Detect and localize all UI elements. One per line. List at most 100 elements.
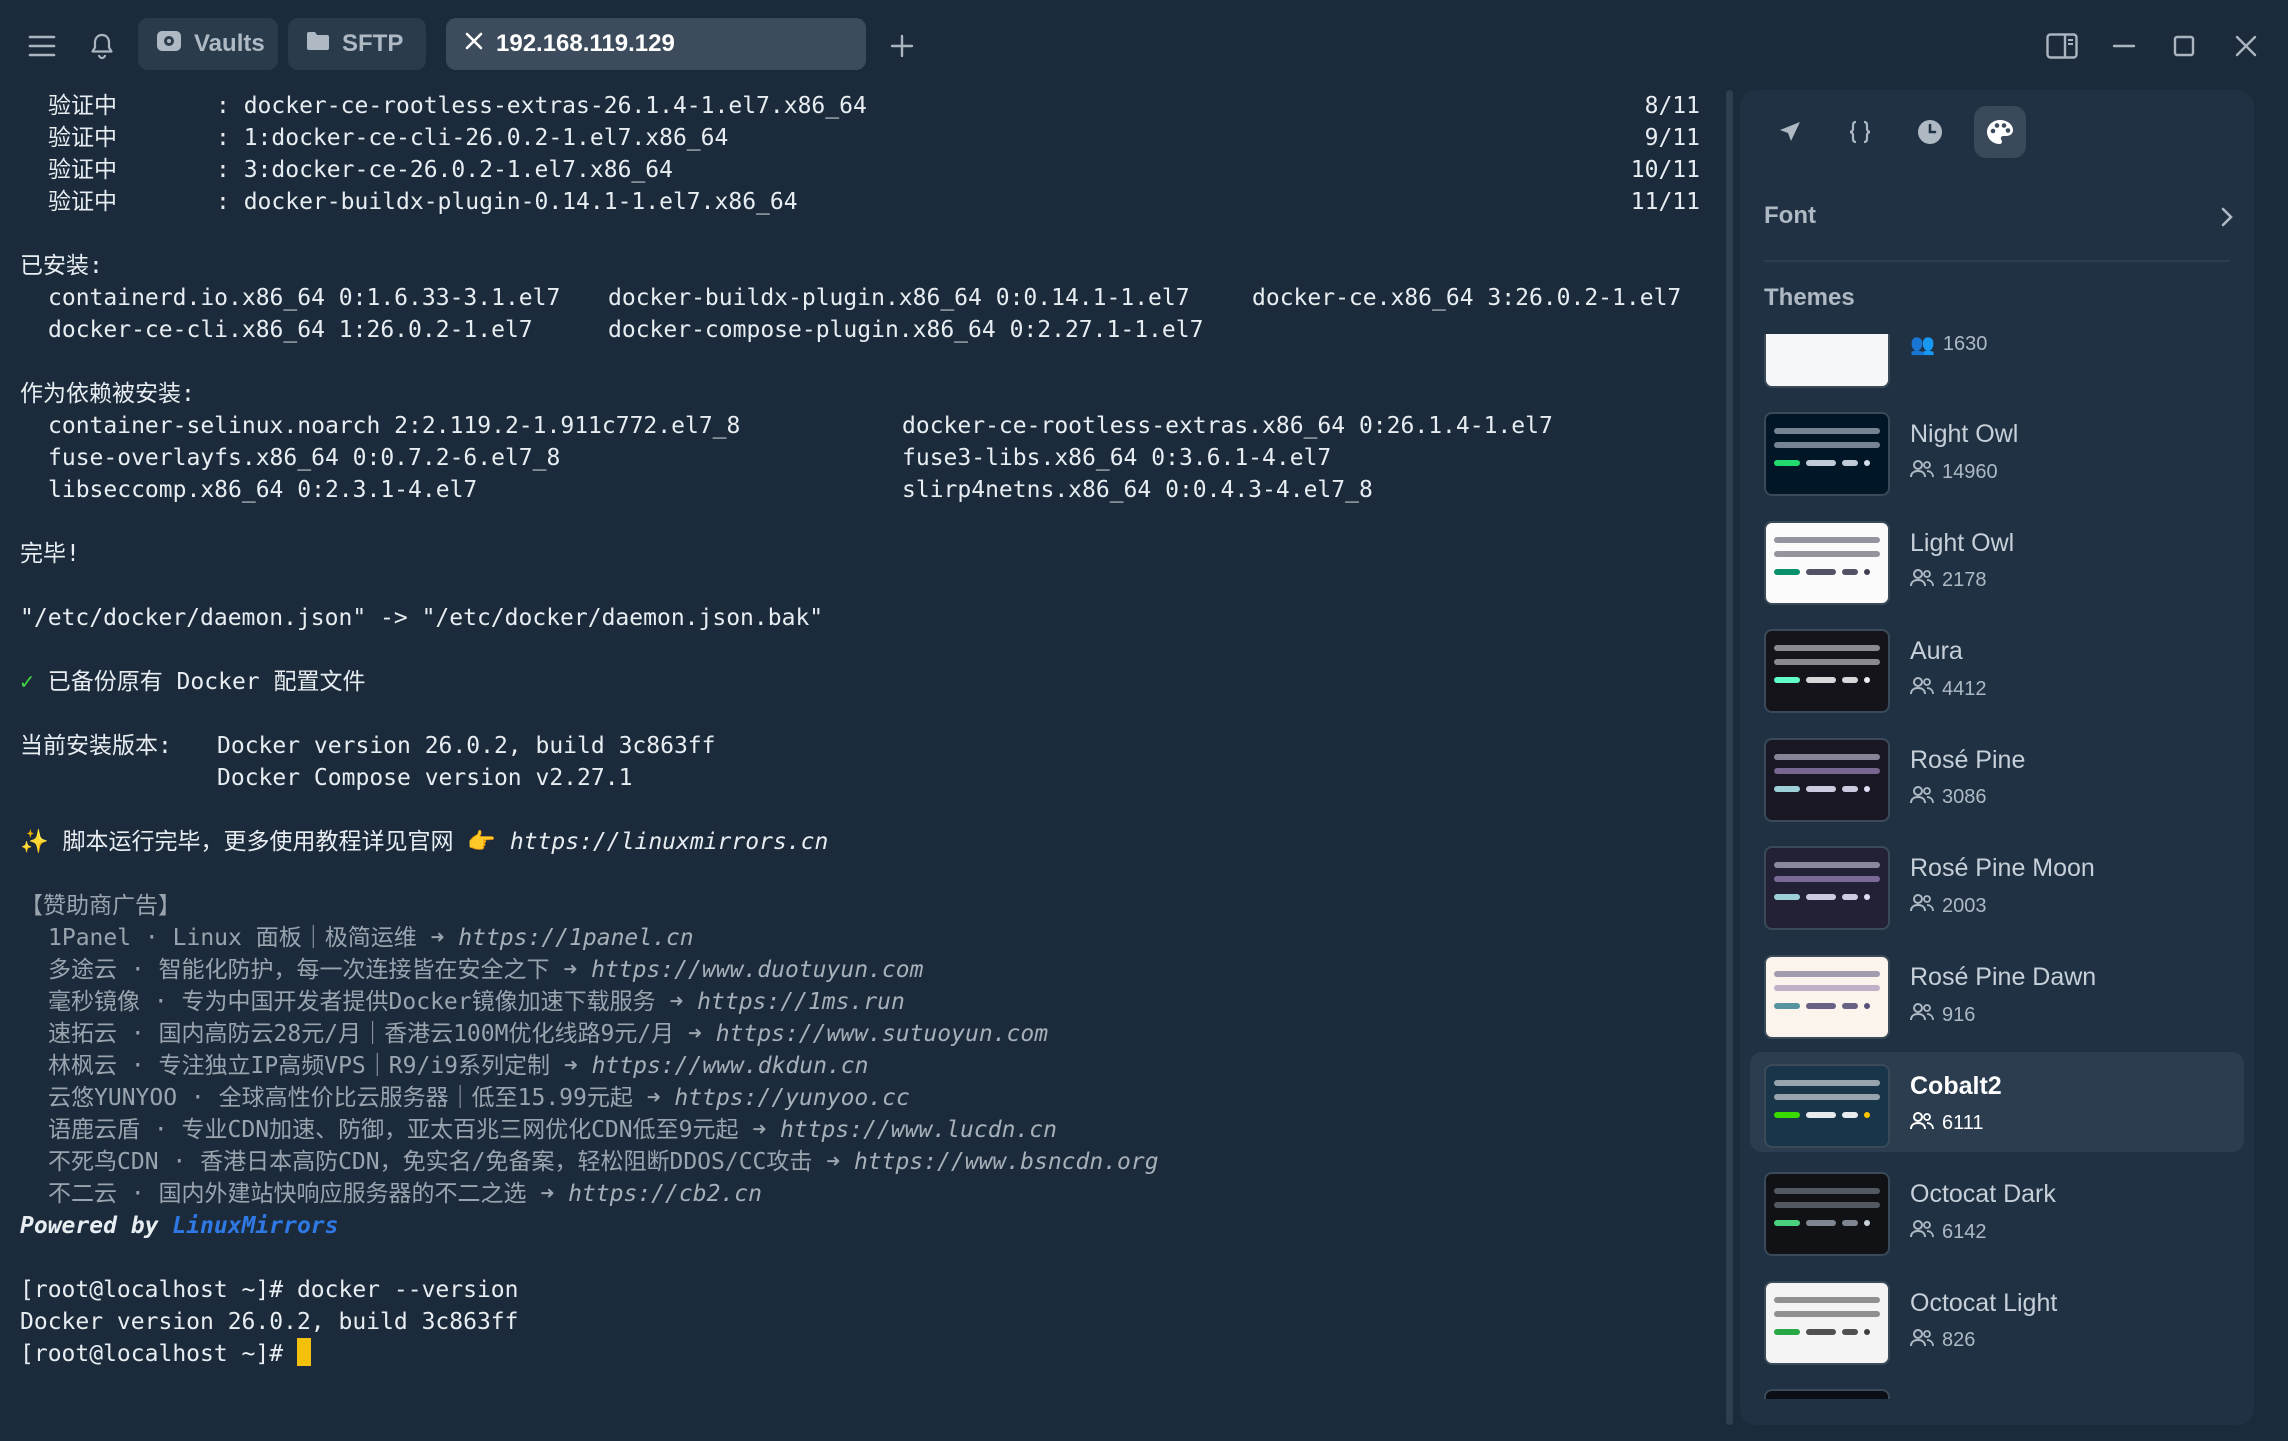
sponsor-link[interactable]: https://cb2.cn [568, 1181, 762, 1207]
theme-item[interactable]: Octocat Light 826 [1750, 1269, 2244, 1369]
theme-install-count: 14960 [1910, 460, 1998, 484]
users-icon [1910, 460, 1934, 484]
verify-line: 验证中 [48, 125, 117, 151]
installed-package: docker-compose-plugin.x86_64 0:2.27.1-1.… [608, 317, 1204, 343]
braces-icon[interactable] [1834, 106, 1886, 158]
snippet-rocket-icon[interactable] [1764, 106, 1816, 158]
sponsor-link[interactable]: https://www.lucdn.cn [780, 1117, 1057, 1143]
sponsor-link[interactable]: https://www.bsncdn.org [854, 1149, 1159, 1175]
users-icon [1910, 568, 1934, 593]
sponsor-line: 云悠YUNYOO · 全球高性价比云服务器｜低至15.99元起 ➜ https:… [48, 1085, 910, 1111]
users-icon [1910, 677, 1934, 701]
tab-label: SFTP [342, 30, 404, 57]
sponsor-link[interactable]: https://www.sutuoyun.com [716, 1021, 1048, 1047]
theme-item[interactable]: Octocat Dark 6142 [1750, 1160, 2244, 1260]
theme-preview [1764, 955, 1890, 1039]
chevron-right-icon[interactable] [2220, 206, 2234, 233]
appearance-panel: Font Themes 👥 1630 Night Owl 14960 Light Ow… [1740, 90, 2254, 1425]
theme-preview [1764, 1172, 1890, 1257]
theme-item[interactable]: Rosé Pine 3086 [1750, 726, 2244, 826]
sponsor-line: 林枫云 · 专注独立IP高频VPS｜R9/i9系列定制 ➜ https://ww… [48, 1053, 869, 1079]
users-icon: 👥 [1910, 334, 1935, 356]
sponsor-link[interactable]: https://1panel.cn [458, 925, 693, 951]
sponsor-link[interactable]: https://1ms.run [697, 989, 905, 1015]
theme-item[interactable]: Light Owl 2178 [1750, 509, 2244, 609]
sponsor-line: 不死鸟CDN · 香港日本高防CDN，免实名/免备案，轻松阻断DDOS/CC攻击… [48, 1149, 1159, 1175]
window-close-icon[interactable] [2224, 24, 2268, 68]
dependency-package: container-selinux.noarch 2:2.119.2-1.911… [48, 413, 741, 439]
official-site-link[interactable]: https://linuxmirrors.cn [510, 829, 829, 855]
version-line: 当前安装版本: [20, 733, 172, 759]
tab-label: Vaults [194, 30, 265, 57]
hamburger-menu-icon[interactable] [20, 24, 64, 68]
toggle-sidebar-icon[interactable] [2040, 24, 2084, 68]
linuxmirrors-link[interactable]: LinuxMirrors [172, 1213, 338, 1239]
theme-preview [1764, 1389, 1890, 1399]
daemon-backup-line: "/etc/docker/daemon.json" -> "/etc/docke… [20, 605, 824, 631]
theme-item-partial[interactable]: 👥 1630 [1750, 334, 2244, 392]
minimize-icon[interactable] [2102, 24, 2146, 68]
theme-item[interactable]: Aura 4412 [1750, 617, 2244, 717]
palette-icon[interactable] [1974, 106, 2026, 158]
history-clock-icon[interactable] [1904, 106, 1956, 158]
sponsor-link[interactable]: https://www.duotuyun.com [591, 957, 923, 983]
theme-name: Octocat Dark [1910, 1180, 2056, 1209]
prompt-line[interactable]: [root@localhost ~]# [20, 1338, 311, 1370]
users-icon [1910, 785, 1934, 810]
theme-name: Ayu Dark [1910, 1397, 2012, 1399]
users-icon [1910, 1111, 1934, 1136]
theme-preview [1764, 737, 1890, 822]
terminal-cursor [296, 1338, 311, 1366]
verify-package: : docker-buildx-plugin-0.14.1-1.el7.x86_… [216, 189, 798, 215]
theme-preview [1764, 1063, 1890, 1148]
sponsor-link[interactable]: https://www.dkdun.cn [592, 1053, 869, 1079]
deps-header: 作为依赖被安装: [20, 381, 195, 407]
verify-package: : 3:docker-ce-26.0.2-1.el7.x86_64 [216, 157, 673, 183]
verify-line: 验证中 [48, 157, 117, 183]
theme-item[interactable]: Rosé Pine Moon 2003 [1750, 834, 2244, 934]
powered-line: Powered by LinuxMirrors [20, 1213, 339, 1239]
close-icon[interactable] [464, 30, 484, 58]
theme-name: Rosé Pine Moon [1910, 854, 2095, 883]
theme-item[interactable]: Rosé Pine Dawn 916 [1750, 943, 2244, 1043]
users-icon [1910, 1003, 1934, 1027]
sparkle-icon: ✨ [20, 829, 49, 855]
tab-sftp[interactable]: SFTP [288, 18, 426, 70]
theme-item[interactable]: Ayu Dark [1750, 1377, 2244, 1399]
theme-name: Cobalt2 [1910, 1071, 2002, 1100]
theme-list[interactable]: 👥 1630 Night Owl 14960 Light Owl 2178 Aura 441… [1740, 334, 2254, 1399]
installed-package: docker-ce-cli.x86_64 1:26.0.2-1.el7 [48, 317, 533, 343]
command-line: [root@localhost ~]# docker --version [20, 1277, 519, 1303]
terminal-scrollbar[interactable] [1726, 90, 1733, 1425]
checkmark-icon: ✓ [20, 669, 34, 695]
version-compose: Docker Compose version v2.27.1 [217, 765, 633, 791]
theme-item[interactable]: Night Owl 14960 [1750, 400, 2244, 500]
maximize-icon[interactable] [2162, 24, 2206, 68]
dependency-package: fuse3-libs.x86_64 0:3.6.1-4.el7 [902, 445, 1332, 471]
sponsor-link[interactable]: https://yunyoo.cc [674, 1085, 909, 1111]
installed-package: containerd.io.x86_64 0:1.6.33-3.1.el7 [48, 285, 561, 311]
theme-preview [1764, 1280, 1890, 1365]
terminal-output[interactable]: 验证中 : docker-ce-rootless-extras-26.1.4-1… [0, 90, 1720, 1441]
theme-name: Octocat Light [1910, 1288, 2058, 1317]
sponsor-line: 1Panel · Linux 面板｜极简运维 ➜ https://1panel.… [48, 925, 694, 951]
font-section[interactable]: Font [1764, 202, 1816, 230]
new-tab-plus-icon[interactable] [880, 24, 924, 68]
bell-icon[interactable] [80, 24, 124, 68]
tab-host-session[interactable]: 192.168.119.129 [446, 18, 866, 70]
theme-item[interactable]: Cobalt2 6111 [1750, 1051, 2244, 1152]
theme-install-count: 2178 [1910, 568, 1987, 593]
sponsor-header: 【赞助商广告】 [20, 893, 181, 919]
done-line: 完毕! [20, 541, 80, 567]
themes-section: Themes [1764, 284, 1855, 311]
theme-name: Aura [1910, 637, 1963, 666]
dependency-package: libseccomp.x86_64 0:2.3.1-4.el7 [48, 477, 478, 503]
users-icon [1910, 1220, 1934, 1244]
vault-icon [156, 30, 182, 59]
sponsor-line: 语鹿云盾 · 专业CDN加速、防御，亚太百兆三网优化CDN低至9元起 ➜ htt… [48, 1117, 1057, 1143]
verify-count: 9/11 [1644, 125, 1700, 151]
theme-preview [1764, 629, 1890, 714]
tab-vaults[interactable]: Vaults [138, 18, 278, 70]
sponsor-line: 多途云 · 智能化防护，每一次连接皆在安全之下 ➜ https://www.du… [48, 957, 924, 983]
verify-count: 8/11 [1644, 93, 1700, 119]
